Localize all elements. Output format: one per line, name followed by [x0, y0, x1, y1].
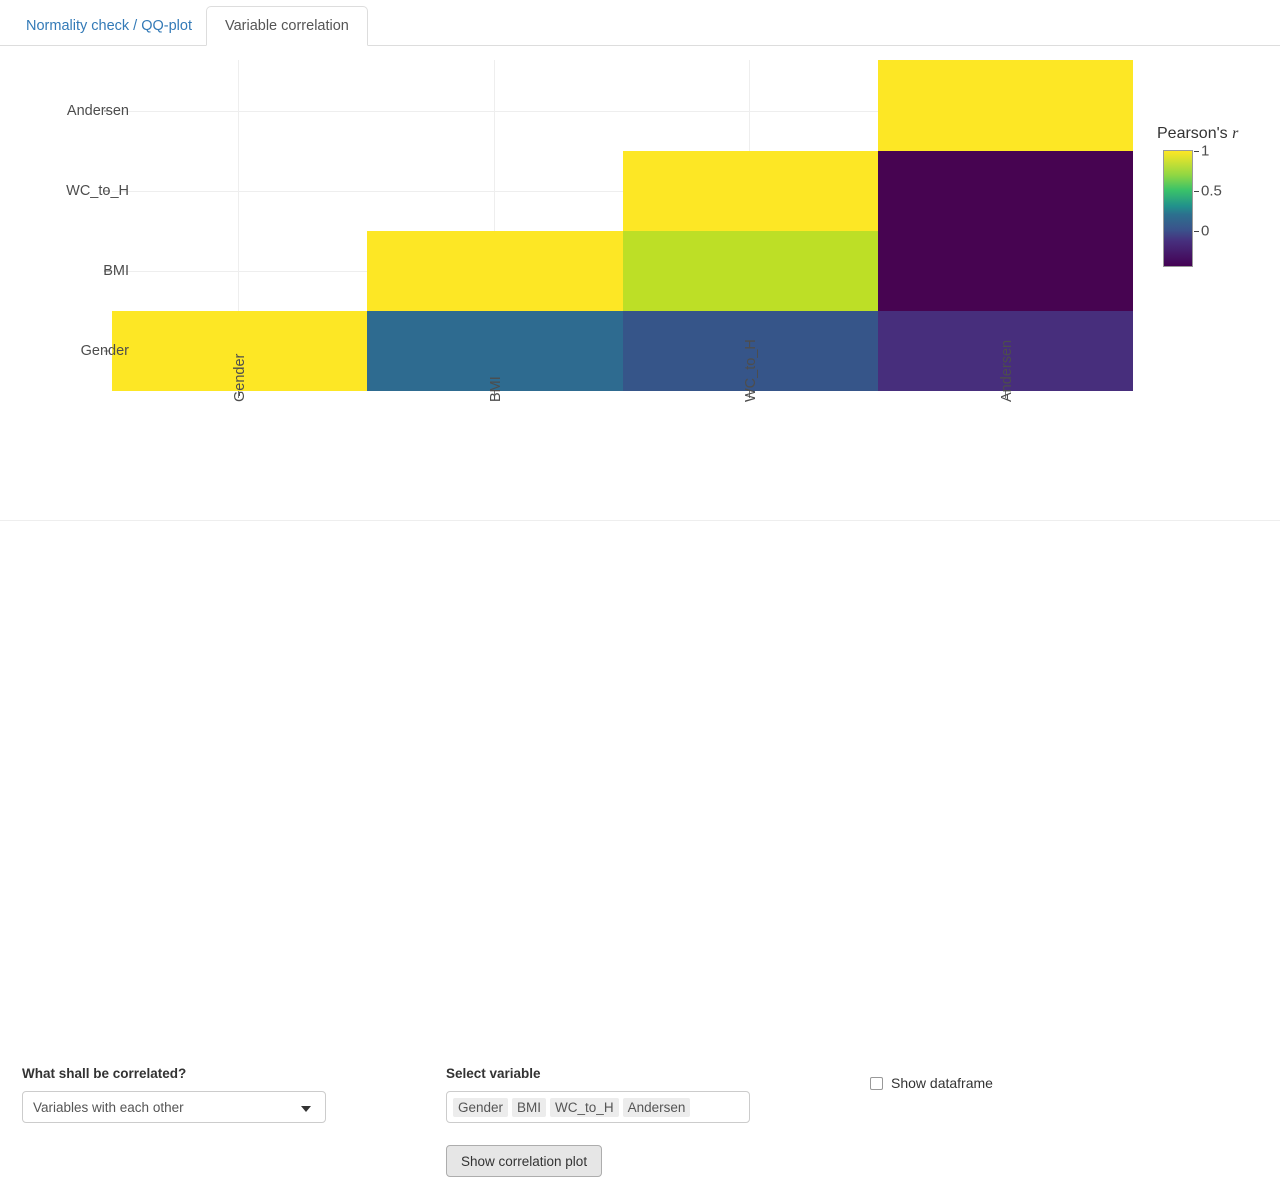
colorbar-tick-dash — [1194, 231, 1199, 232]
x-tick-label-andersen: Andersen — [999, 339, 1015, 402]
colorbar-title-variable: r — [1232, 125, 1239, 142]
colorbar-tick-label-0-5: 0.5 — [1201, 182, 1222, 200]
y-tick-label-andersen: Andersen — [66, 103, 129, 119]
y-tick-label-bmi: BMI — [103, 263, 129, 279]
heatmap-cell[interactable] — [878, 231, 1133, 311]
what-shall-be-correlated-label: What shall be correlated? — [22, 1066, 187, 1081]
colorbar-title-text: Pearson's — [1157, 125, 1233, 142]
show-dataframe-label: Show dataframe — [891, 1075, 993, 1091]
y-tick-label-wc-to-h: WC_to_H — [66, 183, 129, 199]
colorbar-tick-dash — [1194, 151, 1199, 152]
tab-normality-check-qq-plot[interactable]: Normality check / QQ-plot — [14, 6, 204, 46]
heatmap-cell[interactable] — [878, 151, 1133, 231]
select-variable-multiselect[interactable]: Gender BMI WC_to_H Andersen — [446, 1091, 750, 1123]
tab-normality-label: Normality check / QQ-plot — [26, 17, 192, 34]
correlation-heatmap-plot: Andersen WC_to_H BMI Gender Gender BMI W… — [0, 46, 1280, 520]
what-shall-be-correlated-select[interactable]: Variables with each other — [22, 1091, 326, 1123]
heatmap-cell[interactable] — [623, 151, 878, 231]
variable-chip-wc-to-h[interactable]: WC_to_H — [550, 1097, 619, 1117]
variable-chip-bmi[interactable]: BMI — [512, 1097, 547, 1117]
show-dataframe-checkbox[interactable] — [870, 1076, 883, 1090]
show-dataframe-checkbox-row[interactable]: Show dataframe — [870, 1075, 993, 1091]
heatmap-cell[interactable] — [878, 60, 1133, 151]
show-correlation-plot-button[interactable]: Show correlation plot — [446, 1145, 603, 1177]
tab-bar: Normality check / QQ-plot Variable corre… — [0, 0, 1280, 46]
x-tick-label-gender: Gender — [232, 353, 248, 402]
colorbar-tick-dash — [1194, 191, 1199, 192]
x-tick-label-wc-to-h: WC_to_H — [743, 339, 759, 402]
variable-chip-gender[interactable]: Gender — [453, 1097, 509, 1117]
variable-chip-andersen[interactable]: Andersen — [622, 1097, 691, 1117]
colorbar-tick-label-0: 0 — [1201, 222, 1210, 240]
x-tick-label-bmi: BMI — [488, 376, 504, 402]
chevron-down-icon — [301, 1106, 311, 1112]
tab-variable-correlation[interactable]: Variable correlation — [206, 6, 368, 46]
what-shall-be-correlated-value: Variables with each other — [33, 1099, 184, 1115]
colorbar-title: Pearson's r — [1157, 125, 1238, 143]
heatmap-panel — [112, 60, 1133, 391]
controls-panel: What shall be correlated? Variables with… — [0, 521, 1280, 1177]
heatmap-cell[interactable] — [367, 231, 623, 311]
tab-variable-correlation-label: Variable correlation — [225, 17, 349, 34]
heatmap-cell[interactable] — [623, 231, 878, 311]
colorbar-tick-label-1: 1 — [1201, 142, 1210, 160]
select-variable-label: Select variable — [446, 1066, 541, 1081]
y-tick-label-gender: Gender — [80, 343, 129, 359]
colorbar-gradient — [1163, 150, 1193, 267]
